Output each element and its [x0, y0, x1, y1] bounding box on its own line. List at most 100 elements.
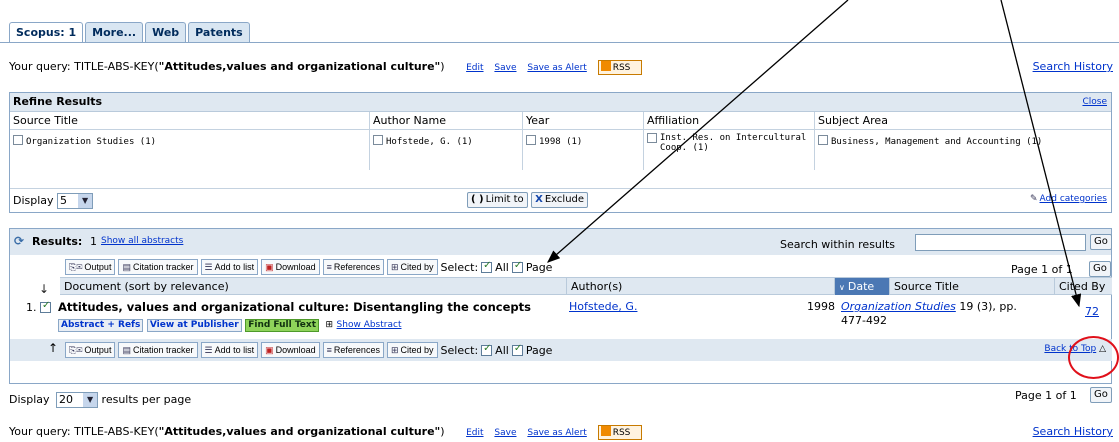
refine-actions: ( ) Limit to X Exclude: [467, 192, 589, 208]
results-header: ⟳ Results: 1 Show all abstracts Search w…: [10, 229, 1112, 255]
add-to-list-label: Add to list: [214, 345, 255, 355]
select-all-checkbox[interactable]: [481, 260, 493, 273]
references-icon: ≡: [326, 345, 332, 355]
tab-more[interactable]: More...: [85, 22, 144, 42]
refine-value-year[interactable]: 1998 (1): [523, 130, 644, 170]
refine-display-label: Display: [13, 194, 54, 207]
references-button[interactable]: ≡ References: [322, 259, 384, 275]
edit-query-link[interactable]: Edit: [466, 63, 483, 73]
save-alert-link[interactable]: Save as Alert: [527, 63, 586, 73]
col-date[interactable]: ∨ Date: [834, 278, 889, 295]
exclude-button[interactable]: X Exclude: [531, 192, 589, 208]
source-volume: 19 (3), pp.: [959, 300, 1017, 313]
search-history-link[interactable]: Search History: [1033, 60, 1113, 73]
citation-tracker-button[interactable]: ▤ Citation tracker: [118, 259, 198, 275]
col-authors[interactable]: Author(s): [566, 278, 834, 295]
col-source[interactable]: Source Title: [889, 278, 1054, 295]
select-page-checkbox-bottom[interactable]: [511, 343, 523, 356]
cited-by-label: Cited by: [400, 262, 434, 272]
author-value-label: Hofstede, G. (1): [386, 137, 473, 147]
cited-by-count-link[interactable]: 72: [1085, 305, 1099, 318]
save-query-link[interactable]: Save: [494, 63, 516, 73]
query-suffix: ): [440, 425, 445, 438]
add-to-list-button[interactable]: ☰ Add to list: [200, 259, 259, 275]
refine-column-headers: Source Title Author Name Year Affiliatio…: [10, 112, 1111, 130]
add-categories-link[interactable]: Add categories: [1040, 194, 1107, 204]
page-go-button-top[interactable]: Go: [1089, 261, 1111, 277]
pdf-icon: ▣: [265, 262, 274, 272]
cited-by-button-bottom[interactable]: ⊞ Cited by: [386, 342, 438, 358]
search-history-link-bottom[interactable]: Search History: [1033, 425, 1113, 438]
download-button-bottom[interactable]: ▣ Download: [261, 342, 320, 358]
search-within-go-button[interactable]: Go: [1090, 234, 1112, 250]
query-term: "Attitudes,values and organizational cul…: [158, 60, 441, 73]
result-source: Organization Studies 19 (3), pp.: [841, 300, 1017, 313]
refine-value-source[interactable]: Organization Studies (1): [10, 130, 370, 170]
search-within-input[interactable]: [915, 234, 1086, 251]
refine-col-author: Author Name: [370, 112, 523, 129]
subject-checkbox[interactable]: [818, 135, 828, 145]
results-per-page-select[interactable]: 20 ▼: [56, 392, 99, 408]
refine-value-author[interactable]: Hofstede, G. (1): [370, 130, 523, 170]
result-title[interactable]: Attitudes, values and organizational cul…: [58, 300, 531, 314]
select-label: Select:: [440, 260, 479, 274]
author-checkbox[interactable]: [373, 135, 383, 145]
tab-scopus[interactable]: Scopus: 1: [9, 22, 84, 43]
source-tabs: Scopus: 1 More... Web Patents: [9, 22, 252, 43]
tab-web[interactable]: Web: [145, 22, 187, 42]
row-number: 1.: [26, 301, 37, 314]
citation-tracker-button-bottom[interactable]: ▤ Citation tracker: [118, 342, 198, 358]
save-alert-link-bottom[interactable]: Save as Alert: [527, 428, 586, 438]
tab-divider: [0, 42, 1119, 43]
year-checkbox[interactable]: [526, 135, 536, 145]
add-to-list-button-bottom[interactable]: ☰ Add to list: [200, 342, 259, 358]
references-button-bottom[interactable]: ≡ References: [322, 342, 384, 358]
limit-to-button[interactable]: ( ) Limit to: [467, 192, 528, 208]
select-label-bottom: Select:: [440, 343, 479, 357]
output-button[interactable]: ⎘✉ Output: [65, 259, 116, 275]
source-value-label: Organization Studies (1): [26, 137, 157, 147]
parentheses-icon: ( ): [471, 194, 484, 205]
source-checkbox[interactable]: [13, 135, 23, 145]
save-query-link-bottom[interactable]: Save: [494, 428, 516, 438]
results-column-headers: Document (sort by relevance) Author(s) ∨…: [60, 277, 1112, 295]
find-full-text-button[interactable]: Find Full Text: [245, 319, 319, 332]
show-all-abstracts-link[interactable]: Show all abstracts: [101, 236, 183, 246]
select-all-checkbox-bottom[interactable]: [481, 343, 493, 356]
refine-value-affiliation[interactable]: Inst. Res. on Intercultural Coop. (1): [644, 130, 815, 170]
source-journal-link[interactable]: Organization Studies: [841, 300, 956, 313]
select-page-checkbox[interactable]: [511, 260, 523, 273]
refine-value-subject[interactable]: Business, Management and Accounting (1): [815, 130, 1111, 170]
results-display-label: Display: [9, 393, 50, 406]
row-checkbox[interactable]: [40, 300, 51, 313]
refine-close-link[interactable]: Close: [1082, 93, 1107, 111]
tab-patents[interactable]: Patents: [188, 22, 250, 42]
refine-col-source: Source Title: [10, 112, 370, 129]
abstract-refs-button[interactable]: Abstract + Refs: [58, 319, 144, 332]
down-arrow-icon: ↓: [39, 282, 50, 296]
page-info-last: 1: [1065, 263, 1073, 276]
download-button[interactable]: ▣ Download: [261, 259, 320, 275]
author-link[interactable]: Hofstede, G.: [569, 300, 637, 313]
cited-by-button[interactable]: ⊞ Cited by: [386, 259, 438, 275]
affiliation-checkbox[interactable]: [647, 133, 657, 143]
col-document[interactable]: Document (sort by relevance): [60, 278, 566, 295]
output-button-bottom[interactable]: ⎘✉ Output: [65, 342, 116, 358]
sort-desc-icon: ∨: [839, 283, 845, 292]
expand-icon: ⊞: [325, 320, 334, 330]
results-per-page-label: results per page: [101, 393, 192, 406]
rss-button-bottom[interactable]: RSS: [597, 425, 643, 440]
add-to-list-label: Add to list: [214, 262, 255, 272]
results-label: Results:: [32, 235, 83, 248]
output-icon: ⎘✉: [69, 345, 83, 355]
col-cited[interactable]: Cited By: [1054, 278, 1112, 295]
rss-button[interactable]: RSS: [597, 60, 643, 75]
edit-query-link-bottom[interactable]: Edit: [466, 428, 483, 438]
citation-tracker-label: Citation tracker: [132, 345, 194, 355]
rss-icon: [600, 426, 611, 436]
cited-by-icon: ⊞: [390, 262, 399, 272]
view-publisher-button[interactable]: View at Publisher: [146, 319, 242, 332]
show-abstract-link[interactable]: Show Abstract: [337, 320, 402, 330]
page-go-button-bottom[interactable]: Go: [1090, 387, 1112, 403]
refine-display-select[interactable]: 5 ▼: [57, 193, 94, 209]
